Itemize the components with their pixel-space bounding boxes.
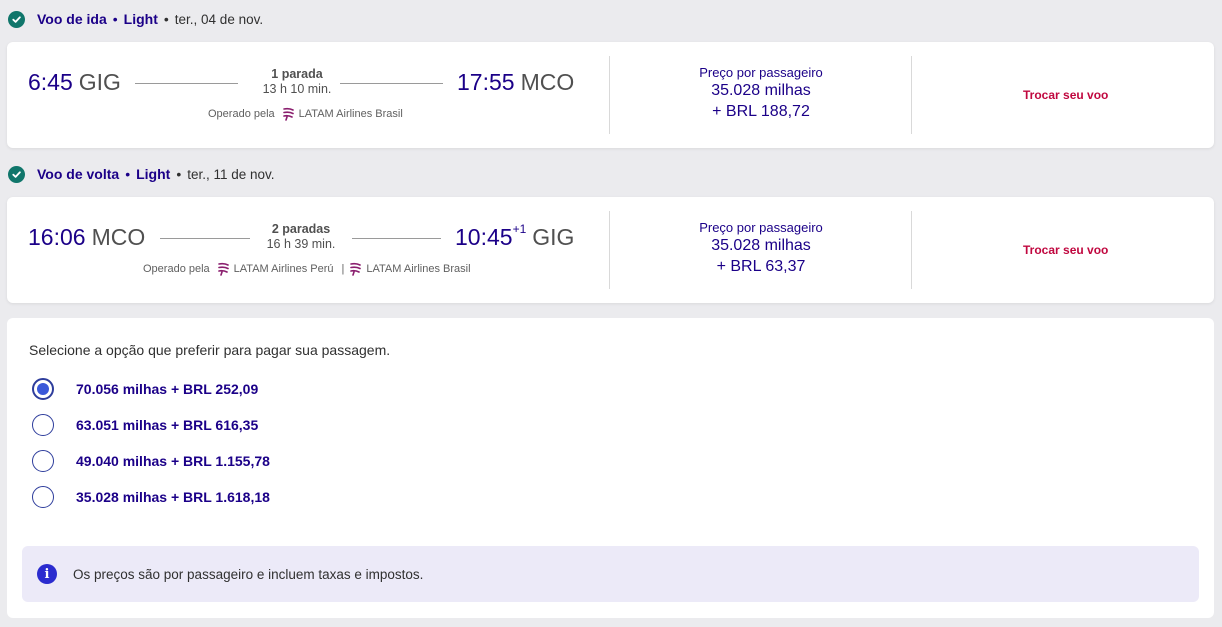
separator: | <box>341 263 345 275</box>
operated-label: Operado pela <box>208 108 275 120</box>
change-flight-link[interactable]: Trocar seu voo <box>1023 243 1108 257</box>
route-line <box>340 83 443 84</box>
payment-option-label: 63.051 milhas + BRL 616,35 <box>76 417 259 433</box>
arrival-time: 17:55 <box>457 69 515 95</box>
payment-options-card: Selecione a opção que preferir para paga… <box>7 318 1214 618</box>
departure-time: 16:06 <box>28 224 86 250</box>
outbound-flight-card: 6:45 GIG 1 parada 13 h 10 min. 17:55 MCO O… <box>7 42 1214 148</box>
latam-logo-icon <box>282 107 294 121</box>
operated-by: Operado pela LATAM Airlines Perú | LATAM… <box>143 262 471 276</box>
segment-date: ter., 11 de nov. <box>187 166 275 182</box>
divider <box>911 211 912 289</box>
day-offset: +1 <box>512 222 527 236</box>
price-label: Preço por passageiro <box>699 65 823 80</box>
route-line <box>352 238 441 239</box>
arrival-airport: GIG <box>532 224 575 250</box>
change-flight-link[interactable]: Trocar seu voo <box>1023 88 1108 102</box>
check-circle-icon <box>8 10 25 28</box>
inbound-flight-card: 16:06 MCO 2 paradas 16 h 39 min. 10:45+1 G… <box>7 197 1214 303</box>
fare-family: Light <box>136 166 171 182</box>
info-banner: i Os preços são por passageiro e incluem… <box>22 546 1199 602</box>
departure-time: 6:45 <box>28 69 73 95</box>
outbound-header: Voo de ida • Light • ter., 04 de nov. <box>8 8 263 30</box>
departure: 16:06 MCO <box>28 224 145 251</box>
price-cash: + BRL 63,37 <box>716 258 806 275</box>
payment-option-label: 70.056 milhas + BRL 252,09 <box>76 381 259 397</box>
stops-info: 2 paradas 16 h 39 min. <box>246 222 356 251</box>
departure: 6:45 GIG <box>28 69 121 96</box>
operated-label: Operado pela <box>143 263 210 275</box>
segment-date: ter., 04 de nov. <box>174 11 264 27</box>
airline-name: LATAM Airlines Brasil <box>366 263 471 275</box>
departure-airport: GIG <box>78 69 121 95</box>
route-line <box>160 238 250 239</box>
latam-logo-icon <box>217 262 229 276</box>
departure-airport: MCO <box>91 224 146 250</box>
check-circle-icon <box>8 165 25 183</box>
airline: LATAM Airlines Brasil <box>350 262 471 276</box>
stops-count: 1 parada <box>271 67 323 81</box>
price-cash: + BRL 188,72 <box>712 103 810 120</box>
airline: LATAM Airlines Brasil <box>275 107 403 121</box>
payment-option-label: 49.040 milhas + BRL 1.155,78 <box>76 453 270 469</box>
flight-duration: 13 h 10 min. <box>262 82 332 96</box>
operated-by: Operado pela LATAM Airlines Brasil <box>208 107 403 121</box>
divider <box>609 211 610 289</box>
price-miles: 35.028 milhas <box>711 82 811 99</box>
payment-intro: Selecione a opção que preferir para paga… <box>29 342 391 358</box>
price-per-passenger: Preço por passageiro 35.028 milhas + BRL… <box>661 65 861 122</box>
arrival: 10:45+1 GIG <box>455 222 575 251</box>
radio-button[interactable] <box>32 486 54 508</box>
info-icon: i <box>37 564 57 584</box>
divider <box>911 56 912 134</box>
price-miles: 35.028 milhas <box>711 237 811 254</box>
inbound-header: Voo de volta • Light • ter., 11 de nov. <box>8 163 275 185</box>
fare-family: Light <box>123 11 158 27</box>
stops-count: 2 paradas <box>271 222 331 236</box>
airline-name: LATAM Airlines Perú <box>233 263 334 275</box>
radio-button[interactable] <box>32 450 54 472</box>
flight-duration: 16 h 39 min. <box>266 237 336 251</box>
latam-logo-icon <box>350 262 362 276</box>
stops-info: 1 parada 13 h 10 min. <box>242 67 352 96</box>
payment-option-label: 35.028 milhas + BRL 1.618,18 <box>76 489 270 505</box>
arrival-airport: MCO <box>520 69 575 95</box>
payment-option[interactable]: 49.040 milhas + BRL 1.155,78 <box>32 449 270 473</box>
route-line <box>135 83 238 84</box>
price-per-passenger: Preço por passageiro 35.028 milhas + BRL… <box>661 220 861 277</box>
price-label: Preço por passageiro <box>699 220 823 235</box>
radio-button[interactable] <box>32 414 54 436</box>
segment-type: Voo de ida <box>37 11 107 27</box>
airline-name: LATAM Airlines Brasil <box>298 108 403 120</box>
radio-button-selected[interactable] <box>32 378 54 400</box>
arrival: 17:55 MCO <box>457 69 574 96</box>
info-message: Os preços são por passageiro e incluem t… <box>73 566 424 582</box>
airline: LATAM Airlines Perú <box>210 262 334 276</box>
payment-option[interactable]: 35.028 milhas + BRL 1.618,18 <box>32 485 270 509</box>
payment-option[interactable]: 70.056 milhas + BRL 252,09 <box>32 377 258 401</box>
payment-option[interactable]: 63.051 milhas + BRL 616,35 <box>32 413 258 437</box>
divider <box>609 56 610 134</box>
arrival-time: 10:45 <box>455 224 513 250</box>
segment-type: Voo de volta <box>37 166 120 182</box>
